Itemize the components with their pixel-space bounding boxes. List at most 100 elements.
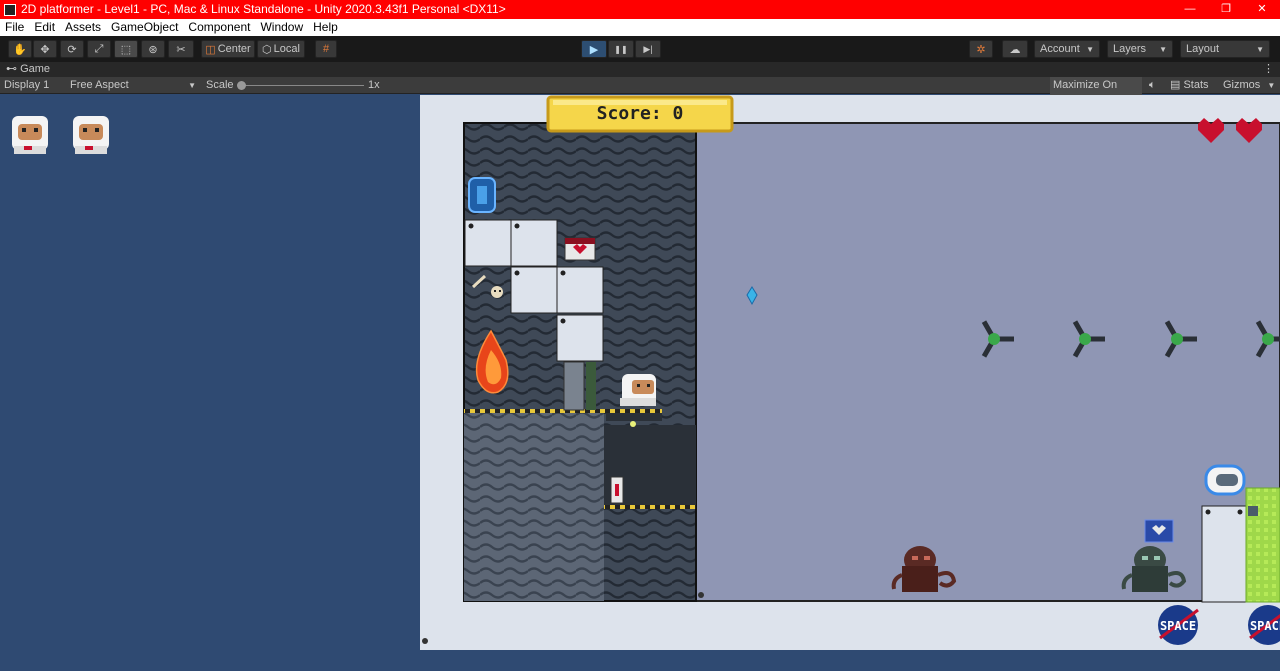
grass-block: [1245, 487, 1280, 603]
hand-tool-button[interactable]: ✋: [8, 40, 32, 58]
chevron-down-icon: ▼: [1256, 44, 1264, 54]
vine: [586, 362, 596, 410]
play-button[interactable]: ▶: [581, 40, 607, 58]
space-logo: SPACE: [1158, 605, 1199, 645]
move-tool-icon: ✥: [40, 43, 50, 56]
game-view-controls: Display 1 ▼ Free Aspect ▼ Scale 1x Maxim…: [0, 77, 1280, 111]
hover-platform: [606, 413, 662, 421]
local-label: Local: [273, 43, 300, 55]
stone-pillar: [563, 361, 585, 411]
layout-label: Layout: [1186, 43, 1220, 55]
rect-tool-button[interactable]: ⬚: [114, 40, 138, 58]
player-astronaut: [620, 374, 656, 406]
custom-tool-button[interactable]: ✂: [168, 40, 194, 58]
menu-assets[interactable]: Assets: [60, 19, 106, 36]
scale-slider-track[interactable]: [240, 85, 364, 86]
layout-dropdown[interactable]: Layout ▼: [1180, 40, 1270, 58]
cloud-button[interactable]: ☁: [1002, 40, 1028, 58]
minimize-button[interactable]: —: [1172, 0, 1208, 19]
chevron-down-icon: ▼: [1267, 81, 1276, 90]
bolt-icon: [1237, 509, 1243, 515]
rotate-tool-button[interactable]: ⟳: [60, 40, 84, 58]
bottom-background: [0, 650, 1280, 671]
rotate-tool-icon: ⟳: [67, 43, 77, 56]
grid-snap-icon: #: [322, 43, 330, 55]
window-title-bar: 2D platformer - Level1 - PC, Mac & Linux…: [0, 0, 1280, 19]
heart-chest: [564, 237, 596, 261]
blue-heart-box: [1144, 519, 1174, 543]
speaker-icon[interactable]: 🔈︎: [1149, 77, 1156, 94]
lives-icon: [73, 116, 109, 154]
stats-toggle[interactable]: ▤ Stats: [1170, 77, 1209, 94]
scale-tool-icon: ⤢: [94, 42, 104, 55]
pivot-local-button[interactable]: ⬡ Local: [257, 40, 305, 58]
menu-gameobject[interactable]: GameObject: [106, 19, 183, 36]
tab-game[interactable]: ⊷ Game: [6, 63, 50, 76]
battery-device: [610, 476, 624, 504]
score-text: Score: 0: [597, 103, 684, 124]
transform-tool-button[interactable]: ⊛: [141, 40, 165, 58]
scale-value: 1x: [368, 79, 380, 91]
game-tab-bar: ⊷ Game ⋮: [0, 62, 1280, 77]
gizmos-dropdown[interactable]: Gizmos ▼: [1223, 77, 1275, 94]
menu-help[interactable]: Help: [308, 19, 343, 36]
space-logo-text: SPACE: [1250, 619, 1280, 633]
unity-app-icon: [4, 3, 16, 16]
pause-button[interactable]: ❚❚: [608, 40, 634, 58]
menu-window[interactable]: Window: [255, 19, 308, 36]
bolt-icon: [514, 270, 520, 276]
bolt-icon: [514, 223, 520, 229]
pivot-center-button[interactable]: ◫ Center: [201, 40, 255, 58]
display-label: Display 1: [4, 79, 50, 91]
bolt-icon: [468, 223, 474, 229]
cloud-icon: ☁: [1009, 43, 1021, 56]
stats-label: Stats: [1183, 79, 1209, 91]
capsule-pickup: [1204, 464, 1246, 496]
score-panel: Score: 0: [546, 95, 734, 133]
metal-column: [1201, 505, 1247, 603]
aspect-dropdown[interactable]: Free Aspect ▼: [70, 77, 200, 94]
layers-dropdown[interactable]: Layers ▼: [1107, 40, 1173, 58]
tab-menu-icon[interactable]: ⋮: [1263, 63, 1274, 76]
close-button[interactable]: ✕: [1244, 0, 1280, 19]
layers-label: Layers: [1113, 43, 1147, 55]
account-label: Account: [1040, 43, 1080, 55]
scale-tool-button[interactable]: ⤢: [87, 40, 111, 58]
scale-slider-handle[interactable]: [237, 81, 246, 90]
lives-panel-background: [0, 95, 420, 671]
pause-icon: ❚❚: [614, 44, 628, 54]
move-tool-button[interactable]: ✥: [33, 40, 57, 58]
window-title: 2D platformer - Level1 - PC, Mac & Linux…: [21, 2, 506, 16]
local-icon: ⬡: [262, 43, 272, 56]
chevron-down-icon: ▼: [1086, 44, 1094, 54]
bolt-icon: [560, 318, 566, 324]
menu-edit[interactable]: Edit: [29, 19, 60, 36]
step-icon: ▶|: [643, 43, 653, 54]
hazard-platform: [464, 409, 662, 413]
bolt-icon: [698, 592, 704, 598]
stats-icon: ▤: [1170, 79, 1181, 91]
chevron-down-icon: ▼: [1159, 44, 1167, 54]
maximize-button[interactable]: ❐: [1208, 0, 1244, 19]
transform-tool-icon: ⊛: [148, 43, 158, 56]
rect-tool-icon: ⬚: [120, 43, 132, 56]
pivot-icon: ◫: [205, 43, 216, 56]
grass-window: [1248, 506, 1258, 516]
game-viewport[interactable]: Score: 0 SPACE SPAC: [0, 95, 1280, 671]
collab-button[interactable]: ✲: [969, 40, 993, 58]
center-label: Center: [217, 43, 251, 55]
aspect-label: Free Aspect: [70, 79, 129, 91]
gamepad-icon: ⊷: [6, 63, 17, 75]
snap-button[interactable]: #: [315, 40, 337, 58]
menu-component[interactable]: Component: [183, 19, 255, 36]
account-dropdown[interactable]: Account ▼: [1034, 40, 1100, 58]
hand-tool-icon: ✋: [13, 43, 27, 56]
game-scene[interactable]: Score: 0 SPACE SPAC: [0, 95, 1280, 671]
rock-floor: [464, 411, 604, 601]
step-button[interactable]: ▶|: [635, 40, 661, 58]
lives-icon: [12, 116, 48, 154]
bolt-icon: [560, 270, 566, 276]
menu-file[interactable]: File: [0, 19, 29, 36]
shield-pickup: [468, 177, 496, 213]
gizmos-label: Gizmos: [1223, 79, 1261, 91]
